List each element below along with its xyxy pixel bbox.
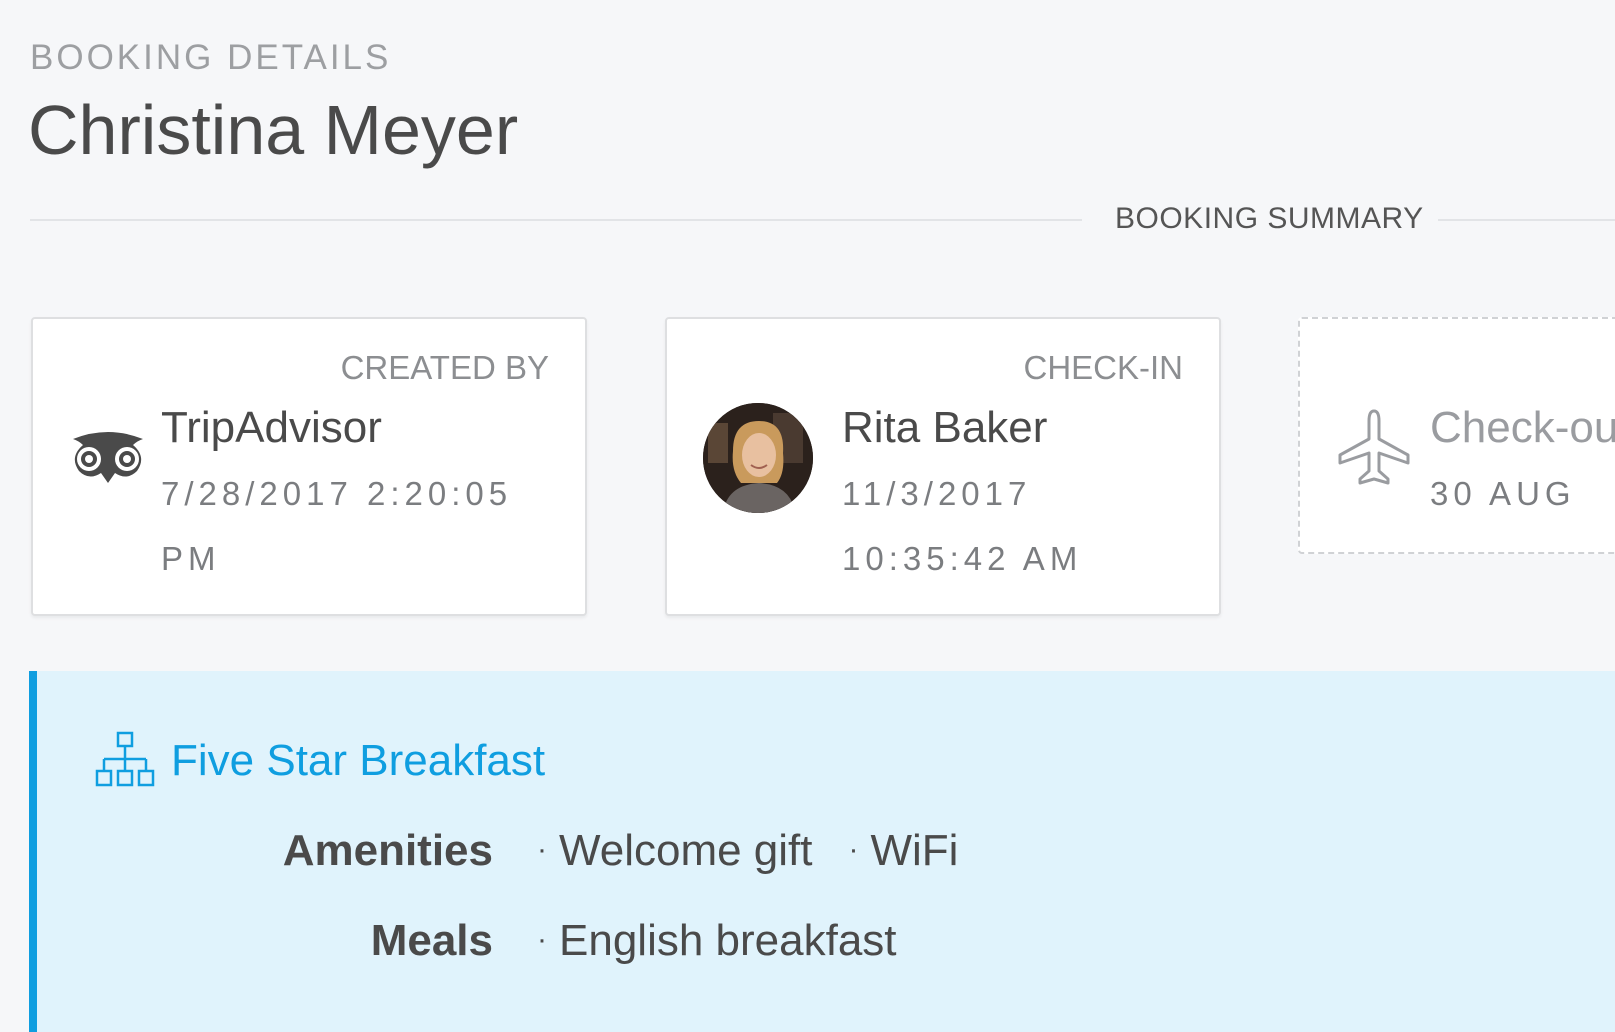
creator-name: TripAdvisor — [161, 403, 382, 452]
feature-values: · English breakfast — [537, 916, 897, 966]
page-eyebrow: BOOKING DETAILS — [30, 38, 392, 77]
page-title: Christina Meyer — [28, 91, 519, 169]
divider-line — [1438, 219, 1615, 221]
check-in-timestamp: 11/3/2017 10:35:42 AM — [842, 475, 1083, 577]
card-caption: CREATED BY — [340, 349, 549, 386]
feature-value: · WiFi — [848, 826, 959, 875]
check-in-card[interactable]: CHECK-IN Rita Baker 11/3/2017 10:35:42 A… — [665, 317, 1221, 616]
check-out-card[interactable]: Check-out 30 AUG — [1298, 317, 1615, 554]
feature-value: · Welcome gift — [537, 826, 813, 875]
package-title[interactable]: Five Star Breakfast — [171, 736, 545, 786]
booking-summary-divider: BOOKING SUMMARY — [30, 200, 1615, 240]
feature-values: · Welcome gift · WiFi — [537, 826, 958, 876]
card-caption: CHECK-IN — [1023, 349, 1183, 386]
check-out-title: Check-out — [1430, 403, 1615, 452]
owl-icon — [73, 432, 143, 483]
check-out-date: 30 AUG — [1430, 475, 1576, 512]
created-by-card[interactable]: CREATED BY TripAdvisor 7/28/2017 2:20:05… — [31, 317, 587, 616]
plane-icon — [1338, 409, 1410, 485]
section-label: BOOKING SUMMARY — [1115, 202, 1424, 235]
check-in-agent-name: Rita Baker — [842, 403, 1048, 452]
feature-value: · English breakfast — [537, 916, 897, 965]
amenities-row: Amenities · Welcome gift · WiFi — [37, 826, 1537, 882]
created-timestamp: 7/28/2017 2:20:05 PM — [161, 475, 513, 577]
feature-label: Amenities — [282, 826, 493, 875]
feature-label: Meals — [370, 916, 493, 965]
divider-line — [30, 219, 1082, 221]
sitemap-icon — [95, 731, 155, 787]
package-panel: Five Star Breakfast Amenities · Welcome g… — [29, 671, 1615, 1032]
avatar — [703, 403, 813, 513]
meals-row: Meals · English breakfast — [37, 916, 1537, 972]
booking-details-page: BOOKING DETAILS Christina Meyer BOOKING … — [0, 0, 1615, 1032]
